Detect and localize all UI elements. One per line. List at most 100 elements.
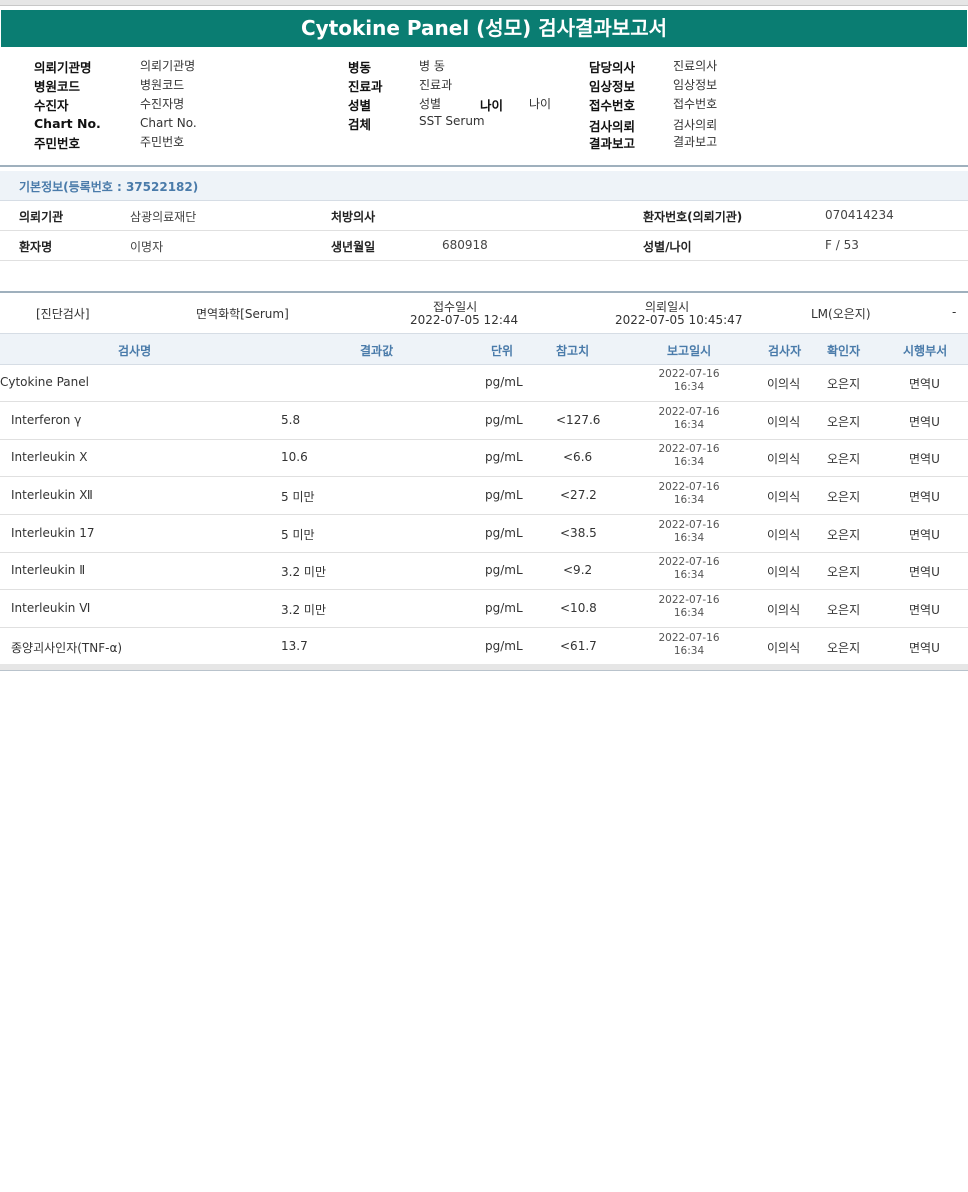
cell-date: 2022-07-16 [658, 594, 720, 606]
cell-test-name: Interleukin 17 [11, 526, 95, 540]
cell-date: 2022-07-16 [658, 443, 720, 455]
cell-time: 16:34 [673, 532, 705, 544]
header-value-requesting-institution: 의뢰기관명 [140, 59, 196, 73]
cell-test-name: Interferon γ [11, 413, 82, 427]
cell-test-name: Cytokine Panel [0, 375, 89, 389]
header-label-hospital-code: 병원코드 [34, 79, 81, 94]
cell-dept: 면역U [909, 415, 940, 429]
cell-dept: 면역U [909, 565, 940, 579]
table-footer-bar [0, 664, 968, 671]
cell-time: 16:34 [673, 456, 705, 468]
info-label-birthdate: 생년월일 [331, 240, 376, 254]
cell-date: 2022-07-16 [658, 368, 720, 380]
cell-unit: pg/mL [485, 601, 523, 615]
table-row: Interleukin Ⅹ 10.6 pg/mL <6.6 2022-07-16… [0, 439, 968, 477]
cell-checker: 오은지 [827, 565, 861, 579]
header-label-result-report: 결과보고 [589, 136, 636, 151]
header-value-age: 나이 [529, 97, 552, 111]
cell-date: 2022-07-16 [658, 519, 720, 531]
table-row: 종양괴사인자(TNF-α) 13.7 pg/mL <61.7 2022-07-1… [0, 628, 968, 666]
cell-result: 5.8 [281, 413, 301, 427]
cell-result: 3.2 미만 [281, 565, 326, 579]
cell-date: 2022-07-16 [658, 481, 720, 493]
cell-time: 16:34 [673, 381, 705, 393]
requested-value: 2022-07-05 10:45:47 [615, 313, 743, 327]
cell-report-date: 2022-07-16 16:34 [649, 368, 729, 394]
cell-result: 5 미만 [281, 490, 315, 504]
cell-report-date: 2022-07-16 16:34 [649, 519, 729, 545]
col-unit: 단위 [491, 344, 514, 358]
header-value-sex: 성별 [419, 97, 442, 111]
cell-checker: 오은지 [827, 415, 861, 429]
header-value-receipt-no: 접수번호 [673, 97, 718, 111]
cell-dept: 면역U [909, 490, 940, 504]
cell-result: 5 미만 [281, 528, 315, 542]
cell-test-name: 종양괴사인자(TNF-α) [11, 641, 123, 655]
cell-checker: 오은지 [827, 603, 861, 617]
cell-unit: pg/mL [485, 413, 523, 427]
col-tester: 검사자 [768, 344, 802, 358]
cell-reference: <127.6 [556, 413, 601, 427]
header-label-clinical-info: 임상정보 [589, 79, 636, 94]
cell-tester: 이의식 [767, 565, 801, 579]
info-label-patient-name: 환자명 [19, 240, 53, 254]
header-label-resident-no: 주민번호 [34, 136, 81, 151]
info-label-patient-no: 환자번호(의뢰기관) [643, 210, 743, 224]
basic-info-title-bar: 기본정보(등록번호 : 37522182) [0, 171, 968, 201]
basic-info-row: 환자명 이명자 생년월일 680918 성별/나이 F / 53 [0, 231, 968, 261]
header-value-test-request: 검사의뢰 [673, 118, 718, 132]
cell-unit: pg/mL [485, 450, 523, 464]
header-label-sex: 성별 [348, 98, 372, 113]
table-row: Interleukin 17 5 미만 pg/mL <38.5 2022-07-… [0, 515, 968, 553]
cell-dept: 면역U [909, 603, 940, 617]
table-row: Cytokine Panel pg/mL 2022-07-16 16:34 이의식… [0, 364, 968, 402]
report-title: Cytokine Panel (성모) 검사결과보고서 [1, 10, 967, 47]
table-row: Interleukin Ⅵ 3.2 미만 pg/mL <10.8 2022-07… [0, 590, 968, 628]
col-test-name: 검사명 [118, 344, 152, 358]
cell-dept: 면역U [909, 641, 940, 655]
col-reference: 참고치 [556, 344, 590, 358]
header-label-department: 진료과 [348, 79, 383, 94]
top-border [0, 0, 968, 6]
cell-checker: 오은지 [827, 528, 861, 542]
header-value-physician: 진료의사 [673, 59, 718, 73]
cell-tester: 이의식 [767, 528, 801, 542]
header-label-chart-no: Chart No. [34, 116, 101, 131]
info-label-institution: 의뢰기관 [19, 210, 64, 224]
header-value-ward: 병 동 [419, 59, 445, 73]
col-report-date: 보고일시 [667, 344, 712, 358]
cell-time: 16:34 [673, 645, 705, 657]
info-label-prescriber: 처방의사 [331, 210, 376, 224]
header-value-patient: 수진자명 [140, 97, 185, 111]
header-label-physician: 담당의사 [589, 60, 636, 75]
header-value-chart-no: Chart No. [140, 116, 197, 130]
cell-reference: <61.7 [560, 639, 597, 653]
table-row: Interleukin Ⅻ 5 미만 pg/mL <27.2 2022-07-1… [0, 477, 968, 515]
cell-result: 3.2 미만 [281, 603, 326, 617]
cell-test-name: Interleukin Ⅹ [11, 450, 88, 464]
cell-dept: 면역U [909, 528, 940, 542]
cell-date: 2022-07-16 [658, 406, 720, 418]
header-value-hospital-code: 병원코드 [140, 78, 185, 92]
cell-result: 13.7 [281, 639, 308, 653]
basic-info-title: 기본정보(등록번호 : 37522182) [19, 180, 199, 194]
cell-report-date: 2022-07-16 16:34 [649, 556, 729, 582]
basic-info-row: 의뢰기관 삼광의료재단 처방의사 환자번호(의뢰기관) 070414234 [0, 201, 968, 231]
cell-unit: pg/mL [485, 563, 523, 577]
order-divider [0, 291, 968, 293]
cell-test-name: Interleukin Ⅱ [11, 563, 86, 577]
order-category: [진단검사] [36, 307, 90, 321]
info-value-patient-name: 이명자 [130, 240, 164, 254]
cell-time: 16:34 [673, 419, 705, 431]
col-checker: 확인자 [827, 344, 861, 358]
cell-reference: <6.6 [563, 450, 593, 464]
cell-tester: 이의식 [767, 641, 801, 655]
order-department: 면역화학[Serum] [196, 307, 289, 321]
header-label-patient: 수진자 [34, 98, 69, 113]
cell-dept: 면역U [909, 452, 940, 466]
header-value-specimen: SST Serum [419, 114, 485, 128]
cell-report-date: 2022-07-16 16:34 [649, 481, 729, 507]
header-value-department: 진료과 [419, 78, 453, 92]
cell-tester: 이의식 [767, 377, 801, 391]
cell-date: 2022-07-16 [658, 632, 720, 644]
